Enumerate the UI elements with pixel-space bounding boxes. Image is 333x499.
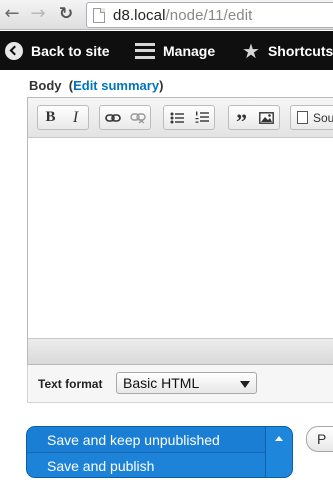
edit-summary-close: ) [159, 78, 164, 93]
back-circle-icon [5, 41, 23, 60]
back-arrow-icon[interactable]: ← [2, 4, 22, 24]
editor-status-bar [28, 338, 333, 364]
save-keep-unpublished-button[interactable]: Save and keep unpublished [27, 427, 267, 453]
address-bar[interactable]: d8.local/node/11/edit [86, 2, 333, 28]
reload-icon[interactable]: ↻ [56, 4, 76, 24]
page-icon [93, 8, 105, 23]
format-button-group: B I [37, 105, 89, 130]
url-text: d8.local/node/11/edit [113, 7, 252, 24]
body-field-label: Body (Edit summary) [29, 78, 163, 93]
bulleted-list-icon[interactable] [164, 106, 189, 129]
source-button[interactable]: Sou [291, 106, 333, 129]
star-icon: ★ [242, 38, 260, 63]
body-label-text: Body [29, 78, 62, 93]
manage-label: Manage [163, 42, 216, 59]
save-dropbutton: Save and keep unpublished Save and publi… [26, 426, 293, 478]
back-to-site-label: Back to site [31, 42, 110, 59]
edit-summary-link[interactable]: Edit summary [73, 78, 159, 93]
source-button-group: Sou [290, 105, 333, 130]
image-icon[interactable] [254, 106, 279, 129]
text-format-select[interactable]: Basic HTML [116, 372, 257, 394]
text-format-bar: Text format Basic HTML [27, 365, 333, 403]
shortcuts-tab[interactable]: ★ Shortcuts [242, 31, 333, 70]
block-button-group: ” [228, 105, 280, 132]
admin-toolbar: Back to site Manage ★ Shortcuts [0, 31, 333, 70]
forward-arrow-icon[interactable]: → [28, 4, 48, 24]
list-button-group [163, 105, 215, 130]
shortcuts-label: Shortcuts [267, 42, 333, 59]
italic-button[interactable]: I [63, 106, 88, 129]
editor-content-area[interactable] [28, 139, 333, 339]
text-format-selected: Basic HTML [123, 375, 200, 391]
blockquote-icon[interactable]: ” [229, 106, 254, 132]
source-label: Sou [313, 110, 333, 125]
text-format-label: Text format [38, 377, 103, 391]
rich-text-editor: B I ” Sou [27, 97, 333, 365]
save-and-publish-button[interactable]: Save and publish [27, 453, 267, 477]
numbered-list-icon[interactable] [189, 106, 214, 129]
url-host: d8.local [113, 7, 166, 24]
link-button-group [99, 105, 151, 130]
browser-toolbar: ← → ↻ d8.local/node/11/edit [0, 0, 333, 30]
hamburger-icon [135, 42, 155, 59]
url-path: /node/11/edit [165, 7, 253, 24]
bold-button[interactable]: B [38, 106, 63, 129]
source-document-icon [297, 111, 308, 124]
manage-tab[interactable]: Manage [135, 31, 215, 70]
link-icon[interactable] [100, 106, 125, 129]
unlink-icon[interactable] [125, 106, 150, 129]
dropbutton-toggle-icon[interactable] [265, 427, 292, 477]
editor-toolbar: B I ” Sou [28, 98, 333, 138]
preview-button[interactable]: P [306, 426, 333, 452]
chevron-down-icon [240, 381, 250, 388]
back-to-site-link[interactable]: Back to site [5, 31, 110, 70]
